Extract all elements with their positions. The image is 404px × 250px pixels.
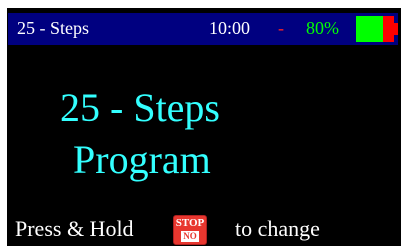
battery-tip — [394, 23, 398, 35]
instruction-suffix: to change — [235, 216, 320, 241]
no-label: NO — [181, 231, 199, 242]
instruction-prefix: Press & Hold — [15, 216, 134, 241]
program-label: Program — [73, 137, 211, 182]
status-separator: - — [278, 18, 284, 38]
status-time: 10:00 — [209, 18, 251, 38]
status-bar: 25 - Steps 10:00 - 80% — [8, 13, 398, 45]
battery-icon — [356, 13, 398, 45]
program-name: 25 - Steps — [60, 85, 220, 130]
battery-percent: 80% — [306, 18, 339, 38]
stop-no-button-icon: STOP NO — [173, 215, 207, 245]
status-title: 25 - Steps — [17, 18, 89, 38]
battery-fill — [356, 16, 383, 42]
battery-empty — [383, 16, 394, 42]
stop-label: STOP — [175, 217, 205, 229]
